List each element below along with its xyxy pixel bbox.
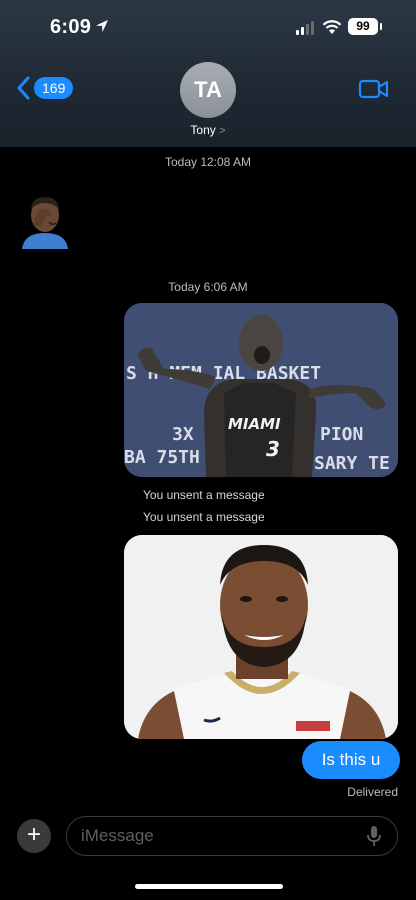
statue-photo-image: S H MEM IAL BASKET 3X PION BA 75TH SARY … xyxy=(124,303,398,477)
contact-name: Tony xyxy=(190,123,216,137)
facetime-video-icon[interactable] xyxy=(358,78,390,100)
wifi-icon xyxy=(322,20,342,34)
contact-avatar[interactable]: TA xyxy=(180,62,236,118)
player-photo-image xyxy=(124,535,398,739)
unread-count-badge: 169 xyxy=(34,77,74,99)
battery-indicator: 99 xyxy=(348,18,382,35)
sent-text-message[interactable]: Is this u xyxy=(302,741,400,779)
banner-text-75th: BA 75TH xyxy=(124,447,200,468)
chevron-left-icon xyxy=(17,76,30,100)
microphone-icon[interactable] xyxy=(366,825,382,847)
facepalm-memoji-message[interactable] xyxy=(18,193,72,249)
jersey-text-miami: MIAMI xyxy=(228,415,281,433)
status-bar: 6:09 99 xyxy=(0,14,416,42)
delivery-status: Delivered xyxy=(347,785,398,799)
unsent-notice: You unsent a message xyxy=(143,488,265,502)
timestamp: Today 12:08 AM xyxy=(164,155,252,169)
conversation-header: 6:09 99 169 TA Tony > xyxy=(0,0,416,147)
banner-text-sary: SARY TE xyxy=(314,453,390,474)
banner-text-3x: 3X xyxy=(172,424,194,445)
banner-text-pion: PION xyxy=(320,424,363,445)
location-arrow-icon xyxy=(96,20,108,32)
home-indicator[interactable] xyxy=(135,884,283,889)
timestamp: Today 6:06 AM xyxy=(168,280,248,294)
unsent-notice: You unsent a message xyxy=(143,510,265,524)
photo-message-player[interactable] xyxy=(124,535,398,739)
photo-message-statue[interactable]: S H MEM IAL BASKET 3X PION BA 75TH SARY … xyxy=(124,303,398,477)
contact-name-button[interactable]: Tony > xyxy=(0,123,416,137)
apps-plus-button[interactable]: + xyxy=(17,819,51,853)
status-time: 6:09 xyxy=(50,16,92,38)
message-input[interactable]: iMessage xyxy=(66,816,398,856)
chevron-right-icon: > xyxy=(219,125,226,137)
cellular-signal-icon xyxy=(296,21,314,35)
jersey-number: 3 xyxy=(266,437,280,461)
back-button[interactable]: 169 xyxy=(16,76,74,100)
message-input-placeholder: iMessage xyxy=(81,826,154,845)
